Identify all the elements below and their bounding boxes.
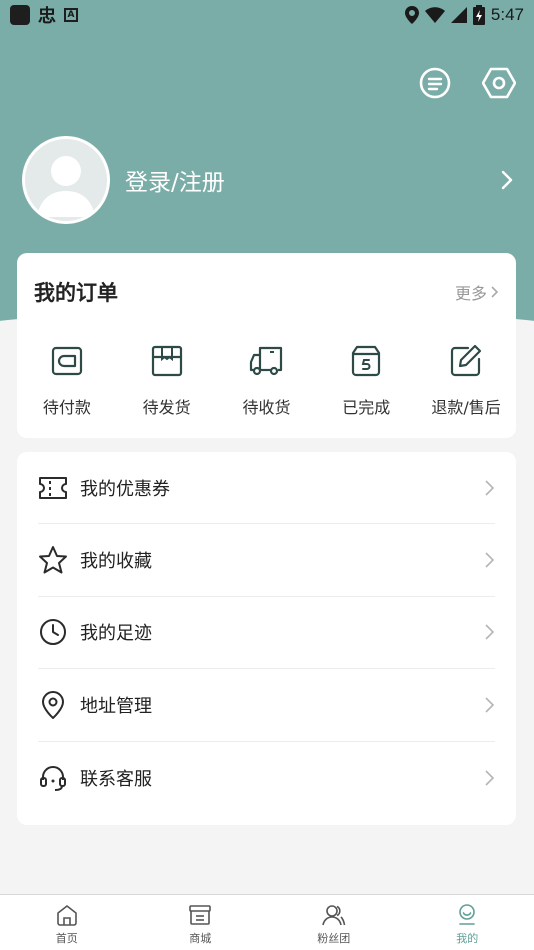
store-icon [189, 905, 212, 925]
status-bar: 忠 A 5:47 [0, 0, 534, 30]
menu-item-history-label: 我的足迹 [80, 623, 152, 645]
order-refund-label: 退款/售后 [431, 398, 501, 417]
menu-item-customer-service[interactable]: 联系客服 [38, 742, 495, 814]
menu-item-address-label: 地址管理 [80, 695, 152, 717]
edit-icon [450, 344, 482, 377]
app-notification-icon [10, 5, 30, 25]
order-pending-receipt-label: 待收货 [242, 398, 291, 417]
menu-item-address[interactable]: 地址管理 [38, 669, 495, 742]
order-completed[interactable]: 已完成 [318, 343, 414, 418]
fans-icon [321, 905, 346, 926]
signal-icon [450, 7, 467, 23]
menu-item-favorites-label: 我的收藏 [80, 551, 152, 573]
menu-item-coupons-label: 我的优惠券 [80, 478, 170, 500]
nav-tab-fans-label: 粉丝团 [317, 932, 351, 945]
chevron-right-icon [485, 480, 495, 496]
avatar[interactable] [22, 136, 110, 224]
battery-icon [472, 5, 485, 25]
chevron-right-small-icon [491, 286, 499, 298]
nav-tab-store-label: 商城 [189, 932, 212, 945]
my-orders-card: 我的订单 更多 待付款 待发货 待收货 已完成 退款/售后 [17, 253, 516, 438]
nav-tab-store[interactable]: 商城 [134, 895, 268, 950]
more-label: 更多 [454, 284, 487, 303]
headset-icon [40, 765, 66, 791]
chevron-right-icon [501, 170, 513, 190]
settings-icon[interactable] [482, 66, 516, 100]
chevron-right-icon [485, 770, 495, 786]
menu-list-card: 我的优惠券 我的收藏 我的足迹 地址管理 联系客服 [17, 452, 516, 825]
login-profile-row[interactable]: 登录/注册 [22, 136, 516, 224]
chevron-right-icon [485, 624, 495, 641]
chevron-right-icon [485, 552, 495, 568]
status-notifications: 忠 A [10, 2, 78, 28]
order-pending-shipment[interactable]: 待发货 [119, 343, 215, 418]
orders-header: 我的订单 更多 [17, 253, 516, 331]
wifi-icon [424, 7, 445, 23]
home-icon [56, 905, 77, 926]
coupon-icon [39, 476, 67, 499]
order-completed-label: 已完成 [342, 398, 391, 417]
nav-tab-profile[interactable]: 我的 [401, 895, 534, 950]
login-register-link[interactable]: 登录/注册 [125, 163, 498, 197]
clock-icon [40, 619, 66, 646]
profile-icon [459, 904, 476, 925]
truck-icon [250, 346, 283, 376]
orders-title: 我的订单 [34, 281, 118, 305]
nav-tab-home[interactable]: 首页 [0, 895, 134, 950]
orders-more-link[interactable]: 更多 [455, 280, 500, 304]
status-time: 5:47 [490, 5, 524, 24]
location-status-icon [404, 6, 419, 24]
location-icon [42, 690, 64, 719]
keyboard-badge-icon: A [64, 8, 78, 22]
order-pending-payment-label: 待付款 [42, 398, 91, 417]
menu-item-history[interactable]: 我的足迹 [38, 597, 495, 670]
nav-tab-home-label: 首页 [55, 932, 78, 945]
package-icon [151, 345, 182, 377]
order-pending-payment[interactable]: 待付款 [19, 343, 115, 418]
header-actions [418, 66, 516, 100]
menu-item-coupons[interactable]: 我的优惠券 [38, 452, 495, 525]
status-indicators: 5:47 [404, 5, 524, 25]
chevron-right-icon [485, 697, 495, 713]
order-pending-shipment-label: 待发货 [142, 398, 191, 417]
nav-tab-fans[interactable]: 粉丝团 [267, 895, 401, 950]
order-pending-receipt[interactable]: 待收货 [218, 343, 314, 418]
box-done-icon [352, 345, 381, 377]
bottom-navigation: 首页 商城 粉丝团 我的 [0, 894, 534, 950]
wallet-icon [51, 346, 82, 376]
app-glyph-icon: 忠 [38, 6, 56, 27]
default-avatar-icon [37, 156, 95, 217]
menu-item-customer-service-label: 联系客服 [80, 768, 152, 790]
nav-tab-profile-label: 我的 [456, 932, 479, 945]
star-icon [39, 546, 67, 574]
message-icon[interactable] [418, 66, 452, 100]
order-refund-aftersales[interactable]: 退款/售后 [418, 343, 514, 418]
order-status-row: 待付款 待发货 待收货 已完成 退款/售后 [17, 331, 516, 418]
menu-item-favorites[interactable]: 我的收藏 [38, 524, 495, 597]
